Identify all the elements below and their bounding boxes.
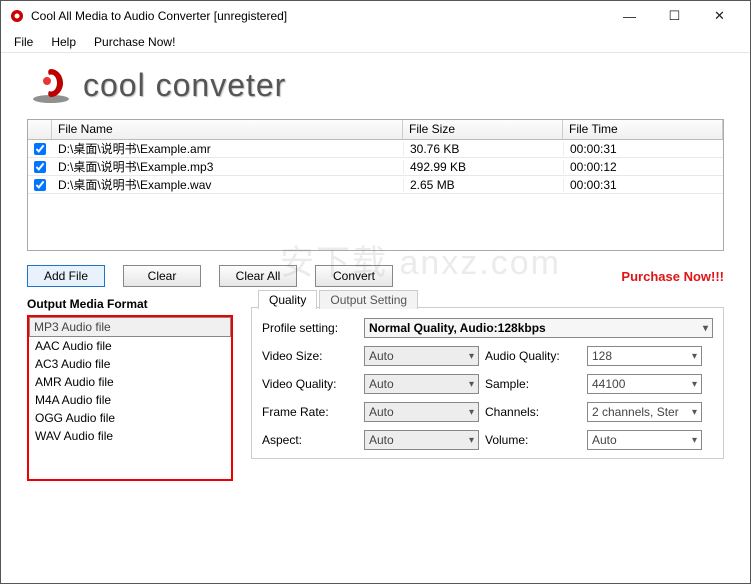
video-quality-label: Video Quality: [262,377,358,391]
format-item[interactable]: AC3 Audio file [29,355,231,373]
table-row[interactable]: D:\桌面\说明书\Example.wav2.65 MB00:00:31 [28,176,723,194]
chevron-down-icon: ▾ [469,379,474,390]
format-list[interactable]: MP3 Audio fileAAC Audio fileAC3 Audio fi… [27,315,233,481]
row-filetime: 00:00:31 [563,178,723,192]
audio-quality-label: Audio Quality: [485,349,581,363]
tab-labels: Quality Output Setting [258,290,420,309]
sample-select[interactable]: 44100▾ [587,374,702,394]
file-table: File Name File Size File Time D:\桌面\说明书\… [27,119,724,251]
titlebar: Cool All Media to Audio Converter [unreg… [1,1,750,31]
chevron-down-icon: ▾ [703,323,708,334]
row-checkbox[interactable] [34,161,46,173]
table-row[interactable]: D:\桌面\说明书\Example.mp3492.99 KB00:00:12 [28,158,723,176]
chevron-down-icon: ▾ [469,407,474,418]
channels-label: Channels: [485,405,581,419]
window-title: Cool All Media to Audio Converter [unreg… [31,9,607,23]
logo-text: cool conveter [83,67,286,104]
video-size-select[interactable]: Auto▾ [364,346,479,366]
frame-rate-label: Frame Rate: [262,405,358,419]
table-row[interactable]: D:\桌面\说明书\Example.amr30.76 KB00:00:31 [28,140,723,158]
menu-purchase[interactable]: Purchase Now! [86,33,183,51]
row-checkbox-cell [28,161,52,173]
format-column: Output Media Format MP3 Audio fileAAC Au… [27,297,233,481]
window-controls: — ☐ ✕ [607,2,742,30]
header-filesize[interactable]: File Size [403,120,563,139]
minimize-button[interactable]: — [607,2,652,30]
format-item[interactable]: OGG Audio file [29,409,231,427]
format-item[interactable]: AAC Audio file [29,337,231,355]
header-filename[interactable]: File Name [52,120,403,139]
channels-select[interactable]: 2 channels, Ster▾ [587,402,702,422]
row-filename: D:\桌面\说明书\Example.wav [52,176,403,193]
table-header: File Name File Size File Time [28,120,723,140]
settings-panel: Quality Output Setting Profile setting: … [251,307,724,459]
menu-file[interactable]: File [6,33,41,51]
sample-label: Sample: [485,377,581,391]
add-file-button[interactable]: Add File [27,265,105,287]
logo-area: cool conveter [1,53,750,113]
clear-button[interactable]: Clear [123,265,201,287]
tab-output-setting[interactable]: Output Setting [319,290,418,309]
header-filetime[interactable]: File Time [563,120,723,139]
audio-quality-select[interactable]: 128▾ [587,346,702,366]
chevron-down-icon: ▾ [692,407,697,418]
maximize-button[interactable]: ☐ [652,2,697,30]
row-filename: D:\桌面\说明书\Example.mp3 [52,158,403,175]
menubar: File Help Purchase Now! [1,31,750,53]
format-item[interactable]: WAV Audio file [29,427,231,445]
row-checkbox-cell [28,143,52,155]
chevron-down-icon: ▾ [692,435,697,446]
row-filetime: 00:00:31 [563,142,723,156]
profile-value: Normal Quality, Audio:128kbps [369,321,546,335]
profile-label: Profile setting: [262,321,358,335]
bottom-area: Output Media Format MP3 Audio fileAAC Au… [27,297,724,481]
video-quality-select[interactable]: Auto▾ [364,374,479,394]
row-filesize: 2.65 MB [403,178,563,192]
purchase-link[interactable]: Purchase Now!!! [621,269,724,284]
row-filesize: 30.76 KB [403,142,563,156]
aspect-select[interactable]: Auto▾ [364,430,479,450]
row-filename: D:\桌面\说明书\Example.amr [52,140,403,157]
chevron-down-icon: ▾ [692,379,697,390]
row-checkbox[interactable] [34,143,46,155]
volume-select[interactable]: Auto▾ [587,430,702,450]
convert-button[interactable]: Convert [315,265,393,287]
app-icon [9,8,25,24]
format-item[interactable]: AMR Audio file [29,373,231,391]
row-checkbox[interactable] [34,179,46,191]
settings-column: Quality Output Setting Profile setting: … [251,297,724,481]
close-button[interactable]: ✕ [697,2,742,30]
chevron-down-icon: ▾ [469,351,474,362]
logo-icon [27,65,75,105]
clear-all-button[interactable]: Clear All [219,265,297,287]
row-checkbox-cell [28,179,52,191]
frame-rate-select[interactable]: Auto▾ [364,402,479,422]
tab-quality[interactable]: Quality [258,290,317,309]
row-filetime: 00:00:12 [563,160,723,174]
chevron-down-icon: ▾ [469,435,474,446]
video-size-label: Video Size: [262,349,358,363]
button-row: Add File Clear Clear All Convert Purchas… [27,265,724,287]
table-body: D:\桌面\说明书\Example.amr30.76 KB00:00:31D:\… [28,140,723,250]
header-checkbox[interactable] [28,120,52,139]
format-item[interactable]: MP3 Audio file [29,317,231,337]
aspect-label: Aspect: [262,433,358,447]
format-item[interactable]: M4A Audio file [29,391,231,409]
volume-label: Volume: [485,433,581,447]
menu-help[interactable]: Help [43,33,84,51]
format-title: Output Media Format [27,297,233,311]
row-filesize: 492.99 KB [403,160,563,174]
profile-select[interactable]: Normal Quality, Audio:128kbps ▾ [364,318,713,338]
chevron-down-icon: ▾ [692,351,697,362]
